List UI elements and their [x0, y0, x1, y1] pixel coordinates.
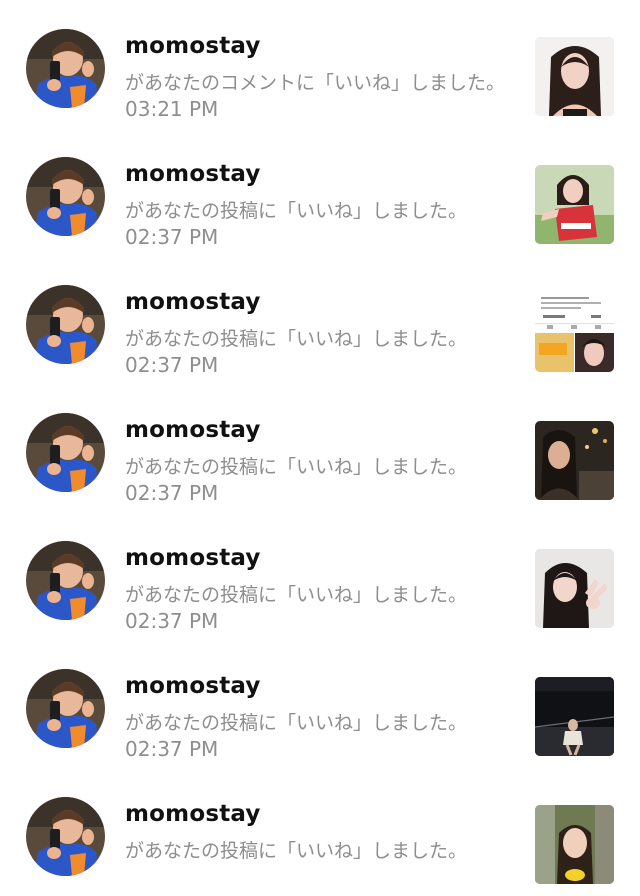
notification-message: があなたの投稿に「いいね」しました。	[125, 328, 468, 350]
username[interactable]: momostay	[125, 673, 261, 699]
notification-item[interactable]: momostay があなたの投稿に「いいね」しました。 02:37 PM	[0, 128, 640, 256]
notification-message: があなたの投稿に「いいね」しました。	[125, 200, 468, 222]
notification-item[interactable]: momostay があなたの投稿に「いいね」しました。 02:37 PM	[0, 384, 640, 512]
post-thumbnail[interactable]	[535, 37, 614, 116]
username[interactable]: momostay	[125, 417, 261, 443]
notification-message: があなたの投稿に「いいね」しました。	[125, 840, 468, 862]
notification-message: があなたの投稿に「いいね」しました。	[125, 456, 468, 478]
timestamp: 02:37 PM	[125, 609, 219, 633]
notification-message: があなたの投稿に「いいね」しました。	[125, 712, 468, 734]
timestamp: 02:37 PM	[125, 737, 219, 761]
notification-item[interactable]: momostay があなたの投稿に「いいね」しました。 02:37 PM	[0, 256, 640, 384]
post-thumbnail[interactable]	[535, 549, 614, 628]
post-thumbnail[interactable]	[535, 677, 614, 756]
notification-list: momostay があなたのコメントに「いいね」しました。 03:21 PM m…	[0, 0, 640, 884]
username[interactable]: momostay	[125, 33, 261, 59]
notification-item[interactable]: momostay があなたのコメントに「いいね」しました。 03:21 PM	[0, 0, 640, 128]
timestamp: 02:37 PM	[125, 353, 219, 377]
notification-item[interactable]: momostay があなたの投稿に「いいね」しました。 02:37 PM	[0, 640, 640, 768]
avatar[interactable]	[26, 157, 105, 236]
post-thumbnail[interactable]	[535, 165, 614, 244]
timestamp: 03:21 PM	[125, 97, 219, 121]
notification-item[interactable]: momostay があなたの投稿に「いいね」しました。 02:37 PM	[0, 512, 640, 640]
post-thumbnail[interactable]	[535, 805, 614, 884]
notification-message: があなたのコメントに「いいね」しました。	[125, 72, 506, 94]
post-thumbnail[interactable]	[535, 421, 614, 500]
notification-message: があなたの投稿に「いいね」しました。	[125, 584, 468, 606]
avatar[interactable]	[26, 541, 105, 620]
avatar[interactable]	[26, 797, 105, 876]
timestamp: 02:37 PM	[125, 225, 219, 249]
username[interactable]: momostay	[125, 161, 261, 187]
avatar[interactable]	[26, 669, 105, 748]
avatar[interactable]	[26, 413, 105, 492]
username[interactable]: momostay	[125, 289, 261, 315]
notification-item[interactable]: momostay があなたの投稿に「いいね」しました。	[0, 768, 640, 896]
username[interactable]: momostay	[125, 545, 261, 571]
avatar[interactable]	[26, 29, 105, 108]
username[interactable]: momostay	[125, 801, 261, 827]
post-thumbnail[interactable]	[535, 293, 614, 372]
timestamp: 02:37 PM	[125, 481, 219, 505]
avatar[interactable]	[26, 285, 105, 364]
